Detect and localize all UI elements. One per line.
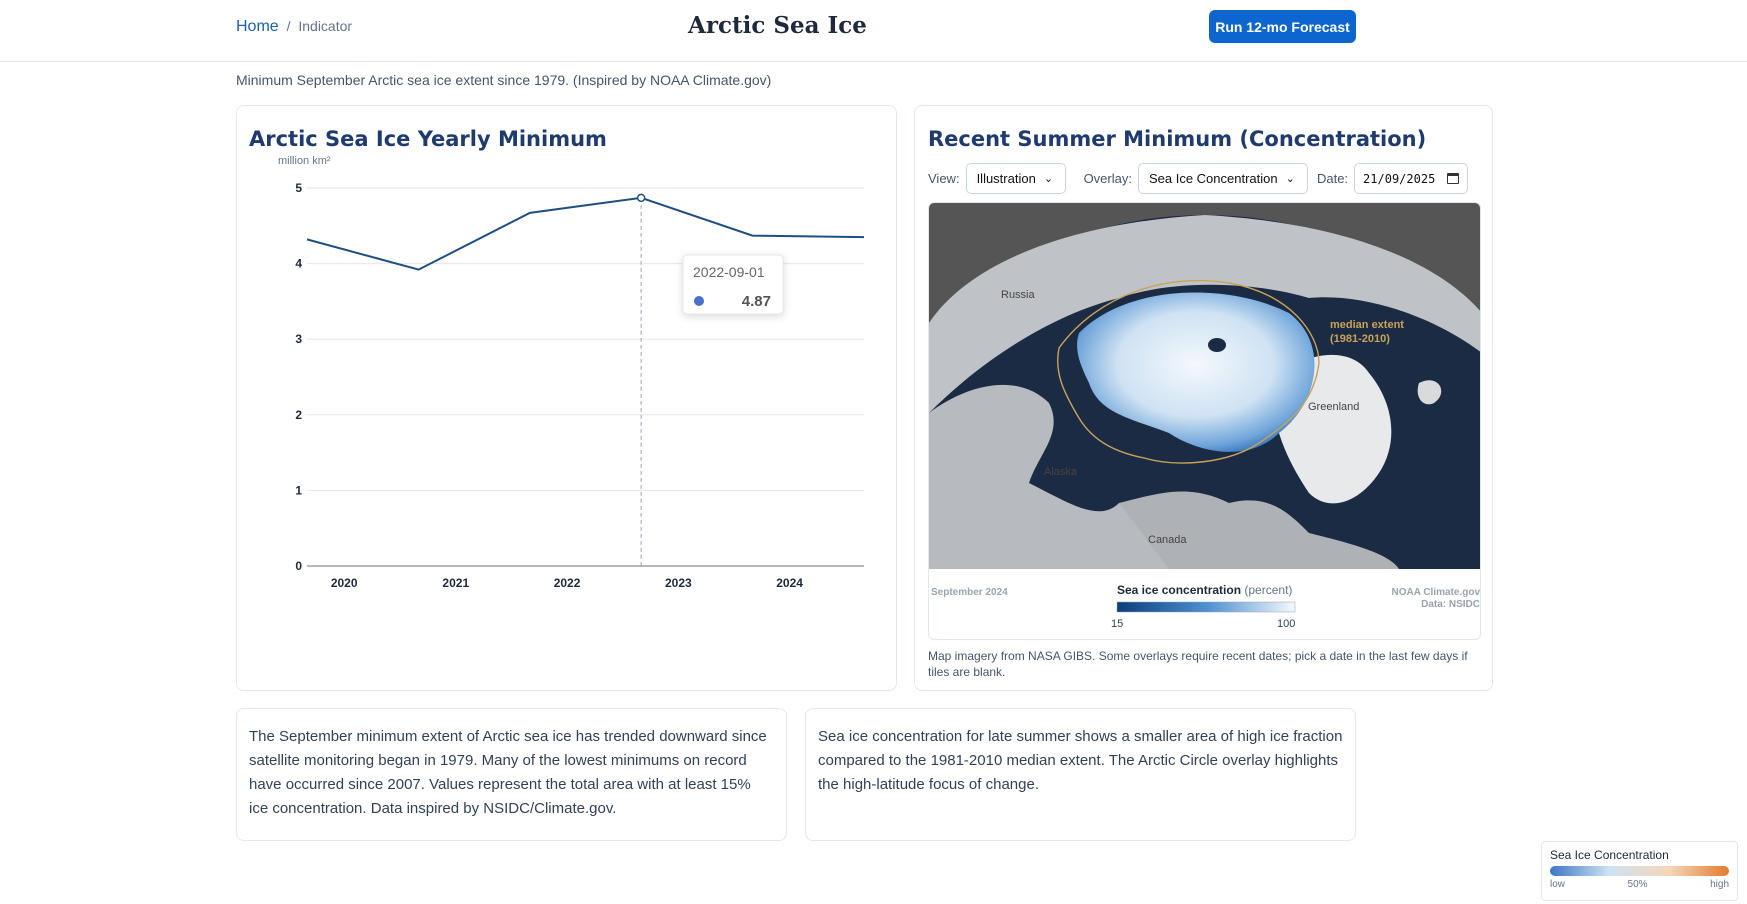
map-scale-bar <box>1116 601 1296 613</box>
y-tick-label: 3 <box>295 332 302 346</box>
line-chart[interactable]: 012345 2020 2021 2022 2023 2024 million km² … <box>237 154 898 674</box>
map-scale-max: 100 <box>1277 618 1295 630</box>
map-controls: View: Illustration ⌄ Overlay: Sea Ice Co… <box>928 163 1469 194</box>
top-bar: Home / Indicator Arctic Sea Ice Run 12-m… <box>0 0 1747 62</box>
legend-title: Sea Ice Concentration <box>1550 848 1669 862</box>
page-subtitle: Minimum September Arctic sea ice extent … <box>236 72 772 88</box>
x-tick-label: 2021 <box>442 576 469 590</box>
x-axis-ticks: 2020 2021 2022 2023 2024 <box>331 576 803 590</box>
chart-card: Arctic Sea Ice Yearly Minimum 0 1 2 3 4 5 202… <box>236 105 897 691</box>
x-tick-label: 2023 <box>665 576 692 590</box>
data-points <box>636 193 646 203</box>
calendar-icon[interactable] <box>1447 173 1460 184</box>
map-label-alaska: Alaska <box>1044 466 1078 478</box>
run-forecast-button[interactable]: Run 12-mo Forecast <box>1209 10 1356 43</box>
median-extent-years: (1981-2010) <box>1330 333 1390 345</box>
median-extent-label: median extent <box>1330 319 1404 331</box>
y-tick-label: 0 <box>295 559 302 573</box>
tooltip-date: 2022-09-01 <box>693 264 765 280</box>
legend-color-bar <box>1550 866 1729 876</box>
view-select-value: Illustration <box>976 171 1036 186</box>
view-label: View: <box>928 171 960 186</box>
date-label: Date: <box>1316 171 1349 186</box>
map-scale-title: Sea ice concentration (percent) <box>1117 583 1292 597</box>
x-tick-label: 2024 <box>776 576 803 590</box>
map-description: Sea ice concentration for late summer sh… <box>805 708 1356 841</box>
date-input[interactable]: 21/09/2025 <box>1354 163 1469 194</box>
map-footer-date: September 2024 <box>931 587 1008 598</box>
tooltip-series-marker <box>694 296 704 306</box>
pole-hole <box>1208 338 1226 352</box>
y-axis-ticks: 0 1 2 3 4 5 <box>295 181 302 573</box>
y-tick-label: 1 <box>295 483 302 497</box>
date-input-value: 21/09/2025 <box>1363 171 1436 186</box>
map-scale-title-rest: (percent) <box>1241 583 1292 597</box>
y-tick-label: 4 <box>295 257 302 271</box>
legend-high: high <box>1710 879 1729 890</box>
legend-mid: 50% <box>1627 879 1648 890</box>
chart-grid <box>307 187 864 567</box>
map-credit-line2: Data: NSIDC <box>1421 599 1480 610</box>
x-tick-label: 2020 <box>331 576 358 590</box>
chevron-down-icon: ⌄ <box>1285 173 1295 185</box>
y-axis-label: million km² <box>278 155 331 167</box>
chart-description: The September minimum extent of Arctic s… <box>236 708 787 841</box>
map-label-russia: Russia <box>1001 289 1036 301</box>
overlay-select-value: Sea Ice Concentration <box>1148 171 1278 186</box>
chart-title: Arctic Sea Ice Yearly Minimum <box>249 127 607 151</box>
y-tick-label: 5 <box>295 181 302 195</box>
legend-ticks: low 50% high <box>1550 879 1729 890</box>
map-image[interactable]: Russia Greenland Alaska Canada median ex… <box>928 202 1481 640</box>
x-tick-label: 2022 <box>554 576 581 590</box>
chart-tooltip: 2022-09-01 4.87 <box>682 254 784 315</box>
map-scale-title-bold: Sea ice concentration <box>1117 583 1241 597</box>
map-title: Recent Summer Minimum (Concentration) <box>928 127 1427 151</box>
concentration-legend: Sea Ice Concentration low 50% high <box>1541 841 1738 901</box>
overlay-select[interactable]: Sea Ice Concentration ⌄ <box>1137 163 1308 194</box>
view-select[interactable]: Illustration ⌄ <box>965 163 1066 194</box>
tooltip-value: 4.87 <box>742 293 771 310</box>
y-tick-label: 2 <box>295 408 302 422</box>
map-scale-min: 15 <box>1111 618 1123 630</box>
arctic-map-illustration: Russia Greenland Alaska Canada median ex… <box>929 203 1480 639</box>
map-card: Recent Summer Minimum (Concentration) Vi… <box>914 105 1493 691</box>
overlay-label: Overlay: <box>1083 171 1132 186</box>
map-label-greenland: Greenland <box>1308 401 1359 413</box>
data-point[interactable] <box>636 193 646 203</box>
map-label-canada: Canada <box>1148 534 1187 546</box>
map-credit-line1: NOAA Climate.gov <box>1391 587 1480 598</box>
legend-low: low <box>1550 879 1566 890</box>
map-note: Map imagery from NASA GIBS. Some overlay… <box>928 649 1468 679</box>
chevron-down-icon: ⌄ <box>1043 173 1054 185</box>
